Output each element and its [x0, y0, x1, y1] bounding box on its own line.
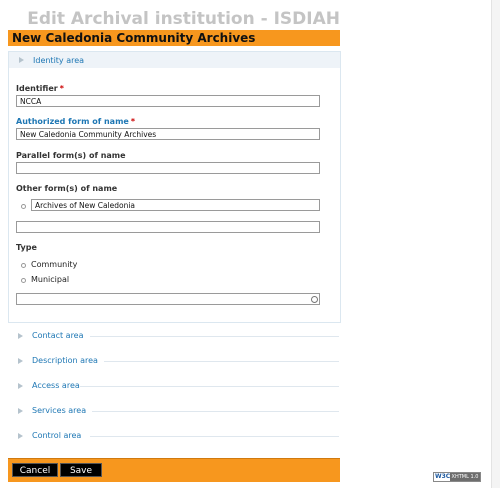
- list-bullet-icon: [21, 204, 26, 209]
- parallel-names-input[interactable]: [16, 162, 320, 174]
- description-area-section[interactable]: Description area: [8, 354, 339, 368]
- services-area-link[interactable]: Services area: [32, 406, 86, 415]
- authorized-name-label: Authorized form of name *: [16, 117, 136, 126]
- identifier-input[interactable]: NCCA: [16, 95, 320, 107]
- access-area-link[interactable]: Access area: [32, 381, 80, 390]
- control-area-link[interactable]: Control area: [32, 431, 81, 440]
- xhtml-label: XHTML 1.0: [450, 473, 480, 481]
- institution-title-bar: New Caledonia Community Archives: [8, 30, 340, 46]
- identity-area-section: Identity area Identifier * NCCA Authorize…: [8, 51, 341, 323]
- identity-area-header[interactable]: Identity area: [9, 52, 340, 68]
- control-area-section[interactable]: Control area: [8, 429, 339, 443]
- divider: [90, 436, 339, 437]
- services-area-section[interactable]: Services area: [8, 404, 339, 418]
- actions-bar: Cancel Save: [8, 458, 340, 482]
- identity-area-link[interactable]: Identity area: [33, 56, 84, 65]
- other-names-label: Other form(s) of name: [16, 184, 118, 193]
- expand-triangle-icon: [18, 383, 23, 389]
- divider: [80, 386, 339, 387]
- description-area-link[interactable]: Description area: [32, 356, 98, 365]
- type-option-community[interactable]: Community: [31, 260, 77, 269]
- divider: [92, 411, 339, 412]
- identifier-label: Identifier *: [16, 84, 64, 93]
- save-button[interactable]: Save: [60, 463, 102, 477]
- parallel-names-label: Parallel form(s) of name: [16, 151, 126, 160]
- expand-triangle-icon: [18, 433, 23, 439]
- autocomplete-circle-icon: [311, 296, 318, 303]
- contact-area-section[interactable]: Contact area: [8, 329, 339, 343]
- type-input[interactable]: [16, 293, 320, 305]
- expand-triangle-icon: [18, 333, 23, 339]
- page-title: Edit Archival institution - ISDIAH: [27, 9, 340, 29]
- contact-area-link[interactable]: Contact area: [32, 331, 84, 340]
- type-option-municipal[interactable]: Municipal: [31, 275, 69, 284]
- other-name-new-input[interactable]: [16, 221, 320, 233]
- list-bullet-icon: [21, 278, 26, 283]
- w3c-logo: W3C: [435, 473, 451, 481]
- divider: [104, 361, 339, 362]
- xhtml-validator-badge[interactable]: W3C XHTML 1.0: [433, 472, 481, 482]
- list-bullet-icon: [21, 263, 26, 268]
- authorized-name-input[interactable]: New Caledonia Community Archives: [16, 128, 320, 140]
- vertical-scrollbar[interactable]: [491, 0, 500, 488]
- type-label: Type: [16, 243, 37, 252]
- cancel-button[interactable]: Cancel: [12, 463, 58, 477]
- expand-triangle-icon: [19, 57, 24, 63]
- divider: [90, 336, 339, 337]
- expand-triangle-icon: [18, 358, 23, 364]
- institution-name: New Caledonia Community Archives: [12, 31, 256, 45]
- access-area-section[interactable]: Access area: [8, 379, 339, 393]
- other-name-input-1[interactable]: Archives of New Caledonia: [31, 199, 320, 211]
- expand-triangle-icon: [18, 408, 23, 414]
